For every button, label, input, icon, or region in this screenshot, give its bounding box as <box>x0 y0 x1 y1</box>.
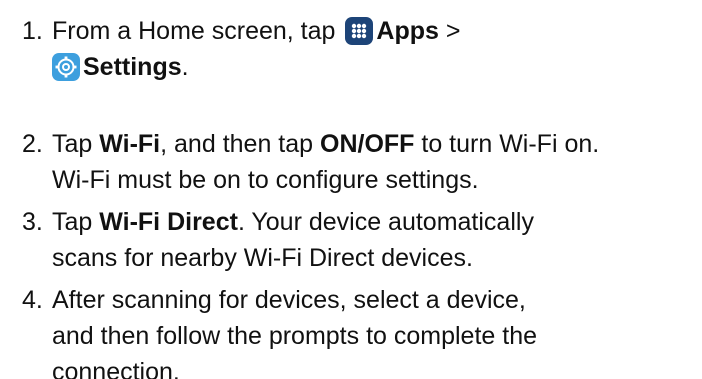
step-text: Tap <box>52 130 93 158</box>
apps-label: Apps <box>376 17 439 45</box>
period: . <box>181 53 189 81</box>
step-1-line-1: From a Home screen, tap Apps > <box>52 13 460 49</box>
step-number: 4. <box>22 286 43 314</box>
step-text: . Your device automatically <box>237 208 534 236</box>
step-text: scans for nearby Wi-Fi Direct devices. <box>52 244 473 272</box>
step-3: 3. Tap Wi-Fi Direct. Your device automat… <box>22 204 692 272</box>
step-text: After scanning for devices, select a dev… <box>52 286 526 314</box>
settings-label: Settings <box>83 53 182 81</box>
step-2-line-2: Wi-Fi must be on to configure settings. <box>52 162 479 198</box>
apps-icon <box>345 17 374 45</box>
step-number: 3. <box>22 208 43 236</box>
step-text: , and then tap <box>160 130 314 158</box>
step-3-line-1: Tap Wi-Fi Direct. Your device automatica… <box>52 204 534 240</box>
step-text: connection. <box>52 358 180 379</box>
step-4-line-3: connection. <box>52 354 180 379</box>
step-2: 2. Tap Wi-Fi, and then tap ON/OFF to tur… <box>22 126 692 194</box>
step-text: Tap <box>52 208 93 236</box>
settings-icon <box>52 53 80 81</box>
wifi-direct-label: Wi-Fi Direct <box>99 208 238 236</box>
step-text: and then follow the prompts to complete … <box>52 322 538 350</box>
step-text: From a Home screen, tap <box>52 17 336 45</box>
instruction-list: 1. From a Home screen, tap Apps > Settin… <box>0 0 702 379</box>
step-1-line-2: Settings. <box>52 49 189 85</box>
onoff-label: ON/OFF <box>320 130 415 158</box>
wifi-label: Wi-Fi <box>99 130 161 158</box>
step-number: 1. <box>22 17 43 45</box>
step-number: 2. <box>22 130 43 158</box>
step-4: 4. After scanning for devices, select a … <box>22 282 692 379</box>
step-text: Wi-Fi must be on to configure settings. <box>52 166 479 194</box>
step-4-line-2: and then follow the prompts to complete … <box>52 318 537 354</box>
step-4-line-1: After scanning for devices, select a dev… <box>52 282 526 318</box>
step-text: to turn Wi-Fi on. <box>421 130 600 158</box>
arrow-separator: > <box>445 17 461 45</box>
step-1: 1. From a Home screen, tap Apps > Settin… <box>22 13 692 81</box>
step-2-line-1: Tap Wi-Fi, and then tap ON/OFF to turn W… <box>52 126 599 162</box>
step-3-line-2: scans for nearby Wi-Fi Direct devices. <box>52 240 473 276</box>
